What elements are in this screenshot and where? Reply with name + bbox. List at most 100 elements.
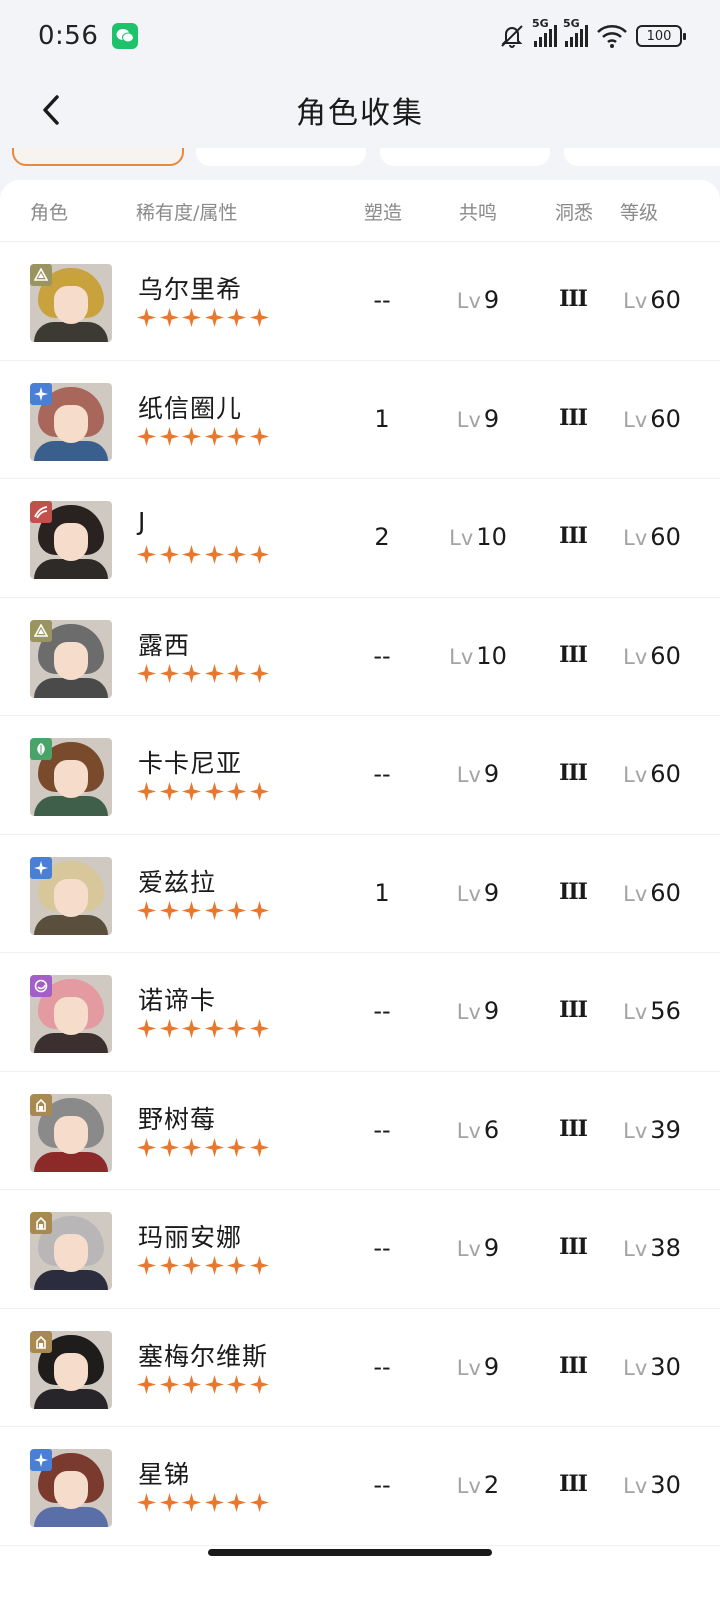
level-value: Lv 60 bbox=[608, 286, 696, 314]
character-avatar[interactable] bbox=[30, 501, 112, 579]
rarity-star-icon bbox=[227, 782, 246, 801]
level-number: 30 bbox=[650, 1352, 681, 1381]
rarity-stars bbox=[137, 1493, 269, 1512]
resonance-value: Lv 9 bbox=[430, 879, 526, 907]
lv-prefix: Lv bbox=[456, 289, 481, 313]
character-row[interactable]: 爱兹拉 1 Lv 9 III Lv 60 bbox=[0, 835, 720, 953]
filter-tab[interactable] bbox=[380, 148, 550, 166]
character-row[interactable]: 乌尔里希 -- Lv 9 III Lv 60 bbox=[0, 242, 720, 361]
moon-attribute-icon bbox=[30, 975, 52, 997]
level-value: Lv 30 bbox=[608, 1471, 696, 1499]
page-title: 角色收集 bbox=[296, 96, 424, 131]
filter-tab-active[interactable] bbox=[12, 148, 184, 166]
character-row[interactable]: 诺谛卡 -- Lv 9 III Lv 56 bbox=[0, 953, 720, 1072]
level-value: Lv 39 bbox=[608, 1116, 696, 1144]
character-name: 野树莓 bbox=[138, 1104, 217, 1134]
character-avatar[interactable] bbox=[30, 619, 112, 698]
character-avatar[interactable] bbox=[30, 856, 112, 935]
resonance-number: 6 bbox=[483, 1115, 500, 1144]
lv-prefix: Lv bbox=[456, 881, 481, 906]
rarity-star-icon bbox=[159, 308, 179, 327]
rarity-star-icon bbox=[182, 1137, 201, 1157]
lv-prefix: Lv bbox=[623, 644, 648, 669]
level-number: 60 bbox=[650, 523, 681, 551]
rarity-star-icon bbox=[159, 1374, 179, 1394]
gem-attribute-icon bbox=[30, 1330, 52, 1353]
lv-prefix: Lv bbox=[623, 1000, 648, 1024]
rarity-star-icon bbox=[227, 1256, 246, 1275]
column-insight: 塑造 bbox=[364, 202, 403, 224]
filter-tab[interactable] bbox=[564, 148, 720, 166]
rarity-star-icon bbox=[182, 1374, 201, 1394]
insight-value: -- bbox=[373, 1115, 391, 1144]
level-number: 30 bbox=[650, 1471, 681, 1499]
character-row[interactable]: 玛丽安娜 -- Lv 9 III Lv 38 bbox=[0, 1190, 720, 1309]
status-icons: 5G 5G 100 bbox=[498, 17, 686, 50]
signal-1-icon: 5G bbox=[532, 17, 557, 47]
awareness-value: III bbox=[559, 523, 588, 549]
level-value: Lv 60 bbox=[608, 642, 696, 670]
rarity-star-icon bbox=[159, 1137, 179, 1157]
lv-prefix: Lv bbox=[623, 526, 648, 550]
resonance-number: 9 bbox=[483, 760, 500, 788]
rarity-star-icon bbox=[227, 545, 246, 564]
awareness-value: III bbox=[559, 1352, 588, 1379]
star-attribute-icon bbox=[30, 382, 52, 405]
level-number: 60 bbox=[650, 404, 681, 433]
character-row[interactable]: 野树莓 -- Lv 6 III Lv 39 bbox=[0, 1072, 720, 1190]
character-avatar[interactable] bbox=[30, 1449, 112, 1527]
rarity-stars bbox=[137, 782, 269, 801]
character-avatar[interactable] bbox=[30, 382, 112, 461]
app-header: 角色收集 bbox=[0, 72, 720, 148]
lv-prefix: Lv bbox=[623, 407, 648, 432]
rarity-star-icon bbox=[182, 900, 201, 920]
character-avatar[interactable] bbox=[30, 1093, 112, 1172]
column-level: 等级 bbox=[620, 202, 659, 224]
character-avatar[interactable] bbox=[30, 1212, 112, 1290]
character-name: 星锑 bbox=[138, 1460, 191, 1489]
rarity-star-icon bbox=[182, 663, 201, 683]
awareness-value: III bbox=[559, 1234, 588, 1260]
rarity-star-icon bbox=[137, 900, 156, 920]
rarity-stars bbox=[137, 545, 269, 564]
character-row[interactable]: 星锑 -- Lv 2 III Lv 30 bbox=[0, 1427, 720, 1546]
resonance-value: Lv 6 bbox=[430, 1116, 526, 1144]
character-avatar[interactable] bbox=[30, 1330, 112, 1409]
lv-prefix: Lv bbox=[456, 1355, 481, 1380]
rarity-stars bbox=[137, 1374, 269, 1394]
leaf-attribute-icon bbox=[30, 738, 52, 760]
character-row[interactable]: J 2 Lv 10 III Lv 60 bbox=[0, 479, 720, 598]
column-rarity: 稀有度/属性 bbox=[136, 202, 238, 224]
rarity-star-icon bbox=[204, 782, 224, 801]
character-avatar[interactable] bbox=[30, 264, 112, 342]
character-row[interactable]: 露西 -- Lv 10 III Lv 60 bbox=[0, 598, 720, 716]
lv-prefix: Lv bbox=[623, 763, 648, 787]
resonance-value: Lv 9 bbox=[430, 405, 526, 433]
resonance-value: Lv 10 bbox=[430, 523, 526, 551]
character-avatar[interactable] bbox=[30, 738, 112, 816]
rarity-star-icon bbox=[159, 782, 179, 801]
level-value: Lv 60 bbox=[608, 405, 696, 433]
back-button[interactable] bbox=[34, 92, 68, 128]
insight-value: -- bbox=[373, 641, 391, 670]
character-row[interactable]: 卡卡尼亚 -- Lv 9 III Lv 60 bbox=[0, 716, 720, 835]
resonance-number: 10 bbox=[476, 641, 507, 670]
character-name: 玛丽安娜 bbox=[138, 1223, 243, 1252]
lv-prefix: Lv bbox=[623, 1474, 648, 1498]
rarity-star-icon bbox=[227, 1019, 246, 1038]
character-avatar[interactable] bbox=[30, 975, 112, 1053]
network-type-2: 5G bbox=[563, 17, 580, 30]
rarity-star-icon bbox=[159, 1019, 179, 1038]
resonance-number: 9 bbox=[483, 1352, 500, 1381]
lv-prefix: Lv bbox=[456, 1474, 481, 1498]
character-row[interactable]: 纸信圈儿 1 Lv 9 III Lv 60 bbox=[0, 361, 720, 479]
home-indicator[interactable] bbox=[208, 1549, 492, 1556]
character-table: 角色 稀有度/属性 塑造 共鸣 洞悉 等级 乌尔里希 -- Lv 9 III Lv 60 纸信… bbox=[0, 180, 720, 1601]
status-bar: 0:56 5G 5G 100 bbox=[0, 0, 720, 72]
character-row[interactable]: 塞梅尔维斯 -- Lv 9 III Lv 30 bbox=[0, 1309, 720, 1427]
filter-tab[interactable] bbox=[196, 148, 366, 166]
lv-prefix: Lv bbox=[449, 526, 474, 550]
rarity-star-icon bbox=[182, 426, 201, 446]
rarity-star-icon bbox=[249, 663, 269, 683]
rarity-star-icon bbox=[182, 545, 201, 564]
